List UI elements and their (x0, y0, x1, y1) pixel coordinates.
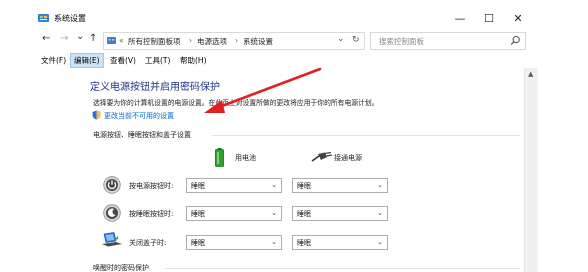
section-divider (212, 135, 520, 136)
vertical-scrollbar[interactable]: ▲ (524, 68, 538, 272)
up-arrow-icon[interactable]: ↑ (89, 33, 97, 44)
column-header-on-battery: 用电池 (235, 154, 256, 162)
column-header-plugged-in: 接通电源 (334, 154, 362, 162)
maximize-button[interactable]: ☐ (474, 8, 504, 28)
menu-tools[interactable]: 工具(T) (142, 54, 173, 67)
breadcrumb-power-options[interactable]: 电源选项 (197, 36, 227, 47)
address-bar[interactable]: « 所有控制面板项 › 电源选项 › 系统设置 ⌄ ↻ (103, 32, 365, 50)
battery-icon (215, 148, 224, 167)
power-plug-icon (311, 152, 333, 162)
close-button[interactable]: ✕ (503, 8, 533, 28)
background (538, 36, 588, 272)
close-lid-on-battery-select[interactable]: 睡眠 ⌄ (186, 235, 282, 250)
scroll-up-arrow-icon[interactable]: ▲ (528, 70, 533, 78)
refresh-icon[interactable]: ↻ (352, 35, 360, 45)
minimize-button[interactable]: — (445, 8, 475, 28)
power-button-plugged-in-select[interactable]: 睡眠 ⌄ (292, 178, 388, 193)
select-value: 睡眠 (191, 182, 205, 190)
control-panel-icon (38, 14, 49, 22)
menu-view[interactable]: 查看(V) (107, 54, 139, 67)
sleep-icon (103, 204, 121, 222)
page-description: 选择要为你的计算机设置的电源设置。在此页上对设置所做的更改将应用于你的所有电源计… (93, 99, 379, 107)
breadcrumb-overflow-icon[interactable]: « (119, 36, 124, 45)
row-label-power-button: 按电源按钮时: (129, 182, 174, 190)
section-title-buttons-lid: 电源按钮、睡眠按钮和盖子设置 (93, 131, 191, 139)
section-divider (165, 268, 520, 269)
change-unavailable-settings-link[interactable]: 更改当前不可用的设置 (93, 111, 174, 121)
power-button-on-battery-select[interactable]: 睡眠 ⌄ (186, 178, 282, 193)
laptop-lid-icon (102, 232, 122, 247)
select-value: 睡眠 (297, 210, 311, 218)
forward-arrow-icon[interactable]: → (60, 33, 68, 44)
chevron-down-icon: ⌄ (377, 181, 383, 189)
breadcrumb-separator: › (235, 36, 238, 45)
chevron-down-icon: ⌄ (271, 209, 277, 217)
search-icon[interactable] (510, 35, 521, 46)
chevron-down-icon: ⌄ (271, 238, 277, 246)
power-icon (103, 176, 121, 194)
select-value: 睡眠 (191, 210, 205, 218)
row-label-close-lid: 关闭盖子时: (129, 239, 167, 247)
menu-edit[interactable]: 编辑(E) (70, 53, 104, 68)
select-value: 睡眠 (297, 182, 311, 190)
select-value: 睡眠 (297, 239, 311, 247)
search-placeholder: 搜索控制面板 (379, 37, 424, 46)
menu-file[interactable]: 文件(F) (38, 54, 69, 67)
back-arrow-icon[interactable]: ← (42, 33, 50, 44)
section-title-wake-password: 唤醒时的密码保护 (93, 264, 149, 272)
close-lid-plugged-in-select[interactable]: 睡眠 ⌄ (292, 235, 388, 250)
sleep-button-plugged-in-select[interactable]: 睡眠 ⌄ (292, 206, 388, 221)
menu-bar: 文件(F) 编辑(E) 查看(V) 工具(T) 帮助(H) (0, 53, 588, 68)
sleep-button-on-battery-select[interactable]: 睡眠 ⌄ (186, 206, 282, 221)
breadcrumb-separator: › (189, 36, 192, 45)
row-label-sleep-button: 按睡眠按钮时: (129, 210, 174, 218)
search-box[interactable]: 搜索控制面板 (370, 32, 526, 50)
chevron-down-icon: ⌄ (377, 238, 383, 246)
menu-help[interactable]: 帮助(H) (177, 54, 210, 67)
recent-locations-chevron-icon[interactable]: ⌄ (76, 31, 84, 42)
chevron-down-icon: ⌄ (271, 181, 277, 189)
breadcrumb-all-control-panel-items[interactable]: 所有控制面板项 (128, 36, 181, 47)
chevron-down-icon: ⌄ (377, 209, 383, 217)
window-title: 系统设置 (54, 14, 86, 23)
address-dropdown-chevron-icon[interactable]: ⌄ (337, 34, 345, 44)
select-value: 睡眠 (191, 239, 205, 247)
control-panel-small-icon (107, 37, 116, 44)
breadcrumb-system-settings[interactable]: 系统设置 (243, 36, 273, 47)
page-title: 定义电源按钮并启用密码保护 (90, 82, 220, 93)
navigation-bar: ← → ⌄ ↑ « 所有控制面板项 › 电源选项 › 系统设置 ⌄ ↻ 搜索控制… (0, 31, 588, 51)
